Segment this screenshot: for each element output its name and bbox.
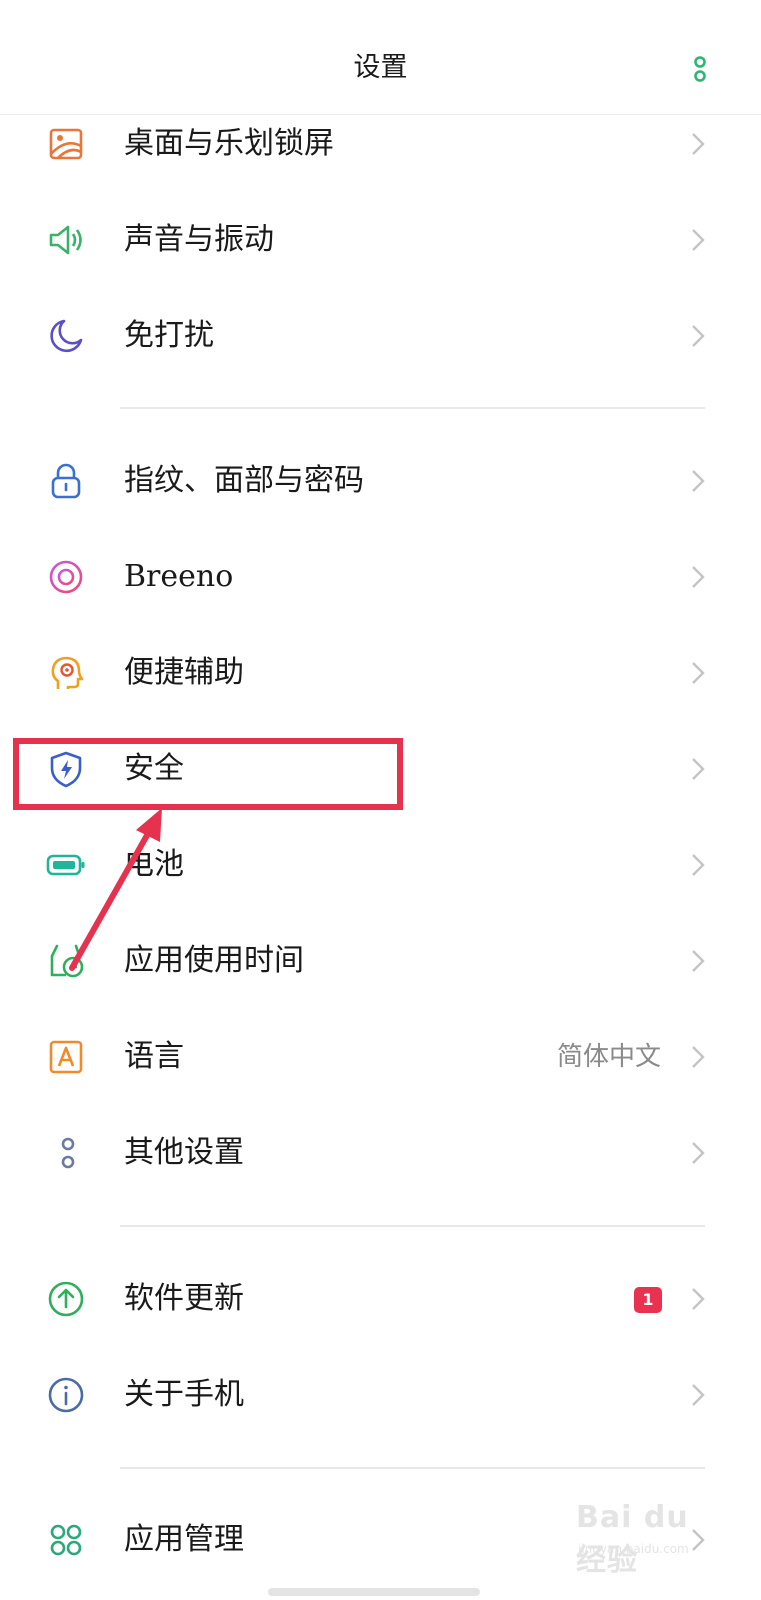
settings-item-battery[interactable]: 电池 (0, 817, 761, 913)
settings-item-label: 电池 (124, 847, 184, 882)
settings-item-convenience-assist[interactable]: 便捷辅助 (0, 625, 761, 721)
settings-item-app-usage-time[interactable]: 应用使用时间 (0, 913, 761, 1009)
settings-item-label: 安全 (124, 751, 184, 786)
more-vertical-icon (694, 56, 706, 82)
chevron-right-icon (692, 758, 705, 780)
baidu-watermark: Bai du 经验 jingyan.baidu.com (572, 1486, 722, 1578)
settings-item-label: 声音与振动 (124, 222, 274, 257)
settings-item-label: 软件更新 (124, 1281, 244, 1316)
group-divider (120, 1225, 705, 1227)
settings-item-wallpaper-lockscreen[interactable]: 桌面与乐划锁屏 (0, 96, 761, 192)
info-icon (48, 1377, 84, 1413)
chevron-right-icon (692, 566, 705, 588)
wallpaper-icon (49, 128, 83, 160)
settings-item-label: 其他设置 (124, 1135, 244, 1170)
settings-item-label: 免打扰 (124, 318, 214, 353)
speaker-icon (49, 225, 82, 255)
other-settings-icon (61, 1137, 75, 1169)
chevron-right-icon (692, 1288, 705, 1310)
settings-item-label: Breeno (124, 559, 234, 594)
settings-item-language[interactable]: 语言 简体中文 (0, 1009, 761, 1105)
chevron-right-icon (692, 229, 705, 251)
settings-item-sound-vibration[interactable]: 声音与振动 (0, 192, 761, 288)
chevron-right-icon (692, 325, 705, 347)
chevron-right-icon (692, 1046, 705, 1068)
update-icon (48, 1281, 84, 1317)
chevron-right-icon (692, 662, 705, 684)
home-indicator-bar[interactable] (268, 1588, 480, 1596)
settings-item-breeno[interactable]: Breeno (0, 529, 761, 625)
chevron-right-icon (692, 854, 705, 876)
more-button[interactable] (692, 52, 732, 92)
assist-icon (51, 656, 84, 689)
language-current-value: 简体中文 (556, 1042, 661, 1072)
settings-item-label: 指纹、面部与密码 (124, 463, 364, 498)
language-icon (49, 1040, 83, 1074)
shield-icon (50, 751, 82, 788)
chevron-right-icon (692, 1142, 705, 1164)
group-divider (120, 1467, 705, 1469)
battery-icon (46, 854, 85, 876)
settings-item-software-update[interactable]: 软件更新 1 (0, 1251, 761, 1347)
chevron-right-icon (692, 1384, 705, 1406)
settings-item-security[interactable]: 安全 (0, 721, 761, 817)
settings-item-fingerprint-face-password[interactable]: 指纹、面部与密码 (0, 433, 761, 529)
settings-item-about-phone[interactable]: 关于手机 (0, 1347, 761, 1443)
watermark-text: Bai du 经验 (576, 1500, 689, 1578)
chevron-right-icon (692, 133, 705, 155)
settings-item-label: 应用管理 (124, 1522, 244, 1557)
chevron-right-icon (692, 470, 705, 492)
moon-icon (50, 319, 83, 353)
watermark-subtext: jingyan.baidu.com (578, 1542, 689, 1556)
app-manage-icon (50, 1524, 82, 1556)
page-title: 设置 (353, 52, 408, 83)
settings-item-label: 语言 (124, 1039, 184, 1074)
chevron-right-icon (692, 950, 705, 972)
group-divider (120, 407, 705, 409)
app-time-icon (50, 944, 84, 978)
settings-item-label: 便捷辅助 (124, 655, 244, 690)
settings-item-do-not-disturb[interactable]: 免打扰 (0, 288, 761, 384)
update-count-badge: 1 (634, 1287, 662, 1313)
settings-item-other-settings[interactable]: 其他设置 (0, 1105, 761, 1201)
lock-icon (51, 463, 81, 499)
settings-item-label: 桌面与乐划锁屏 (124, 126, 334, 161)
settings-item-label: 应用使用时间 (124, 943, 304, 978)
breeno-icon (49, 560, 83, 594)
settings-item-label: 关于手机 (124, 1377, 244, 1412)
